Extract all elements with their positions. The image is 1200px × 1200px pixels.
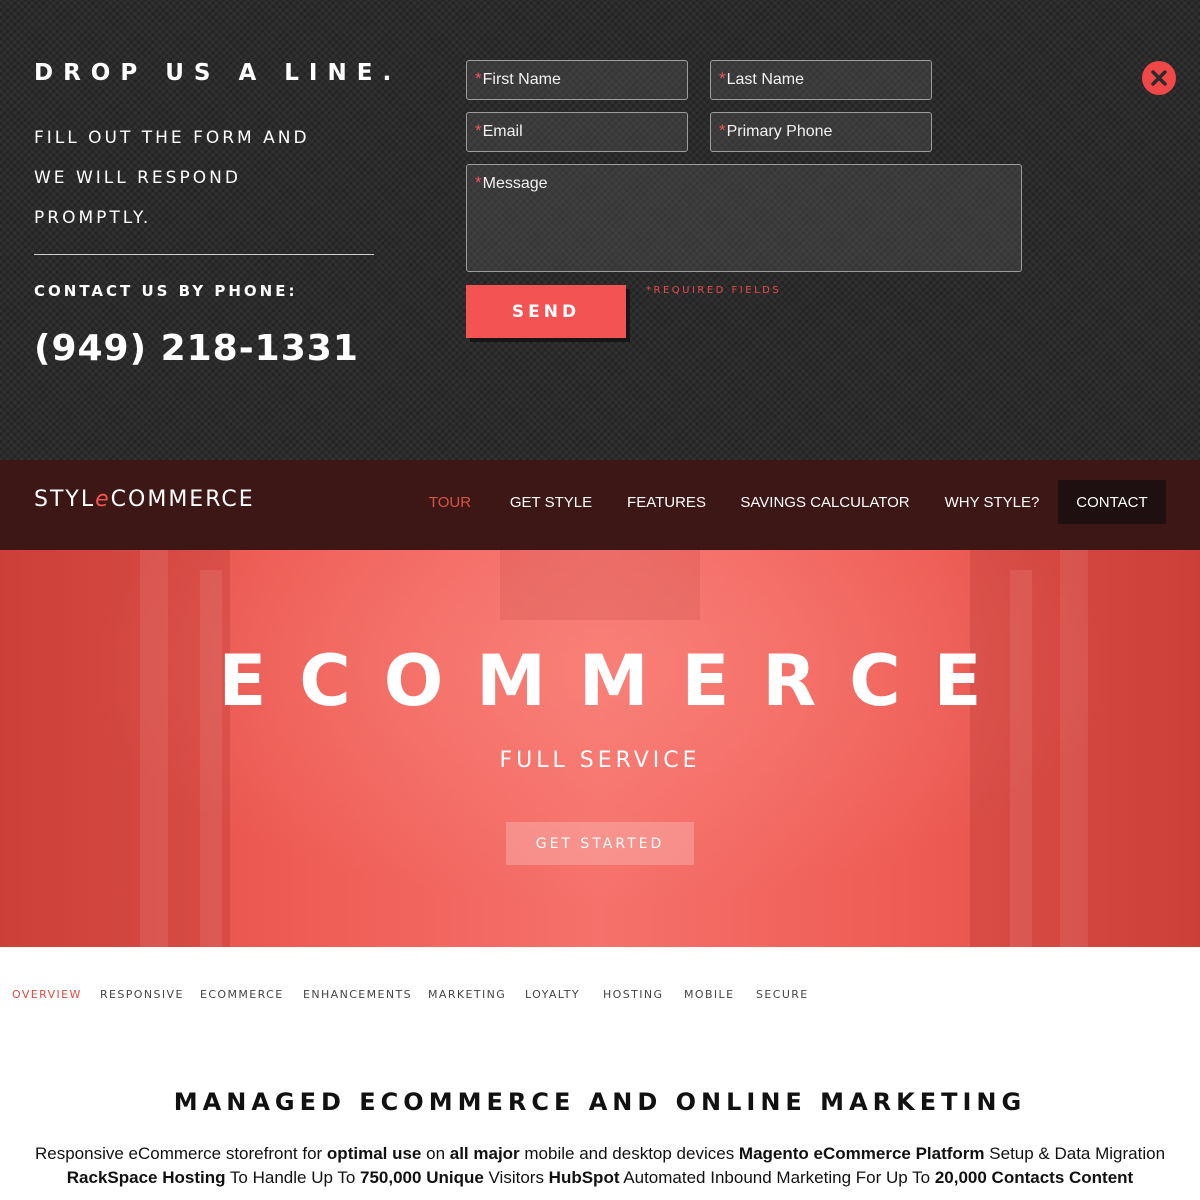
required-marker: * <box>475 173 482 192</box>
body-text-run: 20,000 Contacts Content <box>934 1168 1134 1187</box>
tab-loyalty[interactable]: LOYALTY <box>525 988 580 1001</box>
logo-text: COMMERCE <box>110 487 255 512</box>
contact-subtext-line: FILL OUT THE FORM AND <box>34 128 310 148</box>
nav-item-contact[interactable]: CONTACT <box>1058 480 1166 524</box>
logo[interactable]: STYLeCOMMERCE <box>34 487 255 512</box>
tab-secure[interactable]: SECURE <box>756 988 809 1001</box>
tab-marketing[interactable]: MARKETING <box>428 988 506 1001</box>
close-button[interactable] <box>1142 61 1176 95</box>
tab-ecommerce[interactable]: ECOMMERCE <box>200 988 284 1001</box>
last-name-placeholder: Last Name <box>726 71 804 88</box>
message-field[interactable]: *Message <box>466 164 1022 272</box>
phone-label: CONTACT US BY PHONE: <box>34 282 298 300</box>
body-text-run: mobile and desktop devices <box>519 1144 739 1163</box>
logo-text: STYL <box>34 487 96 512</box>
body-text-run: Automated Inbound Marketing For Up To <box>619 1168 935 1187</box>
logo-e: e <box>95 487 111 512</box>
email-placeholder: Email <box>482 123 523 140</box>
first-name-field[interactable]: *First Name <box>466 60 688 100</box>
required-marker: * <box>719 121 726 140</box>
body-text-run: all major <box>449 1144 520 1163</box>
nav-item-savings-calculator[interactable]: SAVINGS CALCULATOR <box>730 480 920 524</box>
nav-item-features[interactable]: FEATURES <box>618 480 715 524</box>
body-text-run: optimal use <box>326 1144 422 1163</box>
required-marker: * <box>475 69 482 88</box>
section-body: Responsive eCommerce storefront for opti… <box>20 1142 1180 1190</box>
body-text-run: on <box>421 1144 450 1163</box>
nav-item-tour[interactable]: TOUR <box>418 480 482 524</box>
tab-responsive[interactable]: RESPONSIVE <box>100 988 184 1001</box>
required-marker: * <box>719 69 726 88</box>
tab-mobile[interactable]: MOBILE <box>684 988 734 1001</box>
contact-subtext-line: WE WILL RESPOND <box>34 168 241 188</box>
body-text-run: Setup & Data Migration <box>984 1144 1166 1163</box>
message-placeholder: Message <box>482 175 548 192</box>
nav-item-why-style[interactable]: WHY STYLE? <box>936 480 1048 524</box>
body-text-run: HubSpot <box>548 1168 620 1187</box>
contact-heading: DROP US A LINE. <box>34 60 402 86</box>
phone-number[interactable]: (949) 218-1331 <box>34 328 359 369</box>
hero-subtitle: FULL SERVICE <box>499 748 701 773</box>
body-text-run: Visitors <box>483 1168 549 1187</box>
contact-subtext-line: PROMPTLY. <box>34 208 152 228</box>
contact-divider <box>34 254 374 255</box>
primary-phone-field[interactable]: *Primary Phone <box>710 112 932 152</box>
tab-enhancements[interactable]: ENHANCEMENTS <box>303 988 412 1001</box>
required-fields-note: *REQUIRED FIELDS <box>646 285 782 296</box>
body-text-run: 750,000 Unique <box>360 1168 484 1187</box>
contact-subtext: FILL OUT THE FORM AND WE WILL RESPOND PR… <box>34 118 394 238</box>
section-title: MANAGED ECOMMERCE AND ONLINE MARKETING <box>173 1088 1027 1116</box>
body-text-run: RackSpace Hosting <box>66 1168 226 1187</box>
tab-overview[interactable]: OVERVIEW <box>12 988 82 1001</box>
send-button[interactable]: SEND <box>466 285 626 338</box>
body-text-run: Responsive eCommerce storefront for <box>34 1144 327 1163</box>
primary-phone-placeholder: Primary Phone <box>726 123 833 140</box>
tab-hosting[interactable]: HOSTING <box>603 988 663 1001</box>
email-field[interactable]: *Email <box>466 112 688 152</box>
close-icon <box>1151 70 1167 86</box>
body-text-run: Magento eCommerce Platform <box>738 1144 985 1163</box>
last-name-field[interactable]: *Last Name <box>710 60 932 100</box>
hero-title: ECOMMERCE <box>218 640 1015 722</box>
nav-item-get-style[interactable]: GET STYLE <box>500 480 602 524</box>
first-name-placeholder: First Name <box>482 71 561 88</box>
get-started-button[interactable]: GET STARTED <box>506 822 694 865</box>
body-text-run: To Handle Up To <box>225 1168 361 1187</box>
required-marker: * <box>475 121 482 140</box>
